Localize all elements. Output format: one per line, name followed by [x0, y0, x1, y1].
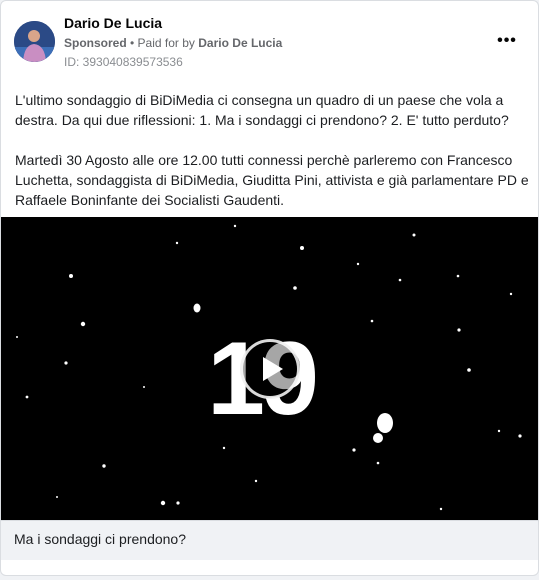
post-header: Dario De Lucia Sponsored • Paid for by D…: [1, 1, 538, 81]
video-caption: Ma i sondaggi ci prendono?: [14, 531, 187, 547]
post-body: L'ultimo sondaggio di BiDiMedia ci conse…: [15, 90, 530, 210]
more-horizontal-icon: •••: [497, 32, 517, 49]
more-options-button[interactable]: •••: [491, 29, 523, 53]
post-paragraph: Martedì 30 Agosto alle ore 12.00 tutti c…: [15, 152, 529, 208]
author-name[interactable]: Dario De Lucia: [64, 15, 162, 31]
video-caption-bar[interactable]: Ma i sondaggi ci prendono?: [1, 520, 538, 560]
sponsored-info: Sponsored • Paid for by Dario De Lucia: [64, 36, 282, 50]
play-button[interactable]: [240, 339, 300, 399]
post-paragraph: L'ultimo sondaggio di BiDiMedia ci conse…: [15, 92, 509, 128]
ad-id: ID: 393040839573536: [64, 55, 183, 69]
author-avatar[interactable]: [14, 21, 55, 62]
payer-name[interactable]: Dario De Lucia: [198, 36, 282, 50]
sponsored-post-card: Dario De Lucia Sponsored • Paid for by D…: [0, 0, 539, 576]
paid-for-prefix: • Paid for by: [130, 36, 195, 50]
play-icon: [263, 357, 283, 381]
sponsored-label: Sponsored: [64, 36, 127, 50]
